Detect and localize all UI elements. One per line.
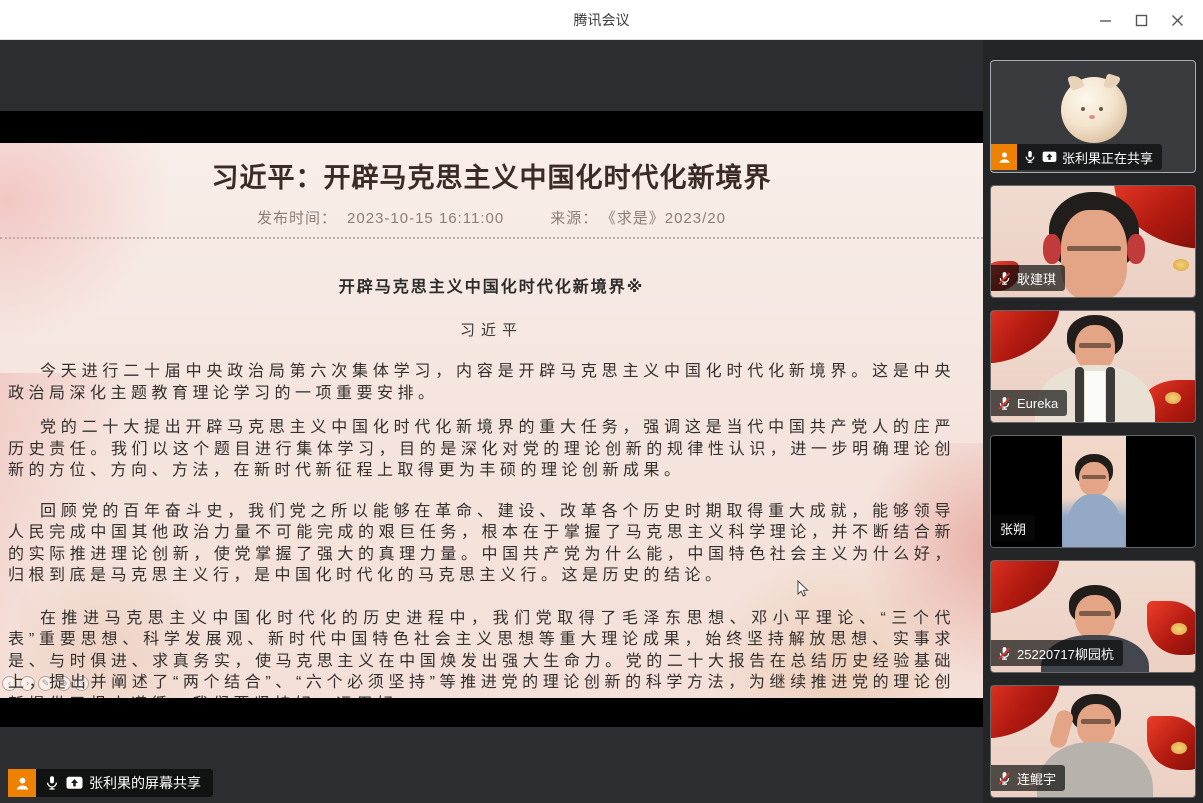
mic-muted-icon [997,771,1012,786]
participant-name: Eureka [1017,396,1058,411]
sharer-person-icon [8,769,36,797]
close-icon [1171,14,1184,27]
gold-emblem [1173,259,1189,271]
glasses [1067,246,1121,251]
participant-name: 张利果正在共享 [1062,148,1153,167]
participant-nameplate: Eureka [991,390,1067,416]
letterbox-top [0,111,983,143]
person-hoodie [1064,494,1124,547]
participant-name: 张朔 [1000,519,1026,538]
source-label: 来源： [550,210,598,227]
cat-nose [1089,115,1095,119]
gold-emblem [1171,742,1187,754]
glasses [1079,611,1111,616]
mic-muted-icon [997,646,1012,661]
cat-ear [1103,73,1121,91]
window-controls [1087,0,1195,40]
sharer-person-icon [991,144,1017,170]
window-title: 腾讯会议 [0,0,1203,40]
cat-ear [1067,73,1085,91]
shared-article-page: ‹ › ✎ ⊕ ◦ 习近平：开辟马克思主义中国化时代化新境界 发布时间：2023… [0,143,983,698]
person-face [1077,704,1115,746]
participant-name: 25220717柳园杭 [1017,644,1114,663]
article-paragraph: 回顾党的百年奋斗史，我们党之所以能够在革命、建设、改革各个历史时期取得重大成就，… [8,501,955,587]
person-face [1075,595,1115,639]
article-title: 习近平：开辟马克思主义中国化时代化新境界 [0,143,983,195]
letterbox-bottom [0,698,983,727]
cat-eye [1081,107,1085,111]
participant-tile-zhangshuo[interactable]: 张朔 [990,435,1196,548]
participants-sidebar: 张利果正在共享 [983,40,1203,803]
participant-tile-eureka[interactable]: Eureka [990,310,1196,423]
mic-on-icon [44,775,60,791]
headphone-left [1043,234,1061,264]
dotted-divider [0,237,983,239]
glasses [1082,475,1106,479]
participant-nameplate: 张利果正在共享 [991,144,1162,170]
participant-tile-gengjianqi[interactable]: 耿建琪 [990,185,1196,298]
publish-time-label: 发布时间： [257,210,337,227]
mouse-cursor [797,580,809,598]
mic-muted-icon [997,271,1012,286]
portrait-video-strip [1062,436,1126,547]
publish-time-value: 2023-10-15 16:11:00 [347,210,504,227]
red-flag-decoration [991,561,1067,615]
maximize-button[interactable] [1123,0,1159,40]
screen-share-icon [66,776,83,790]
participant-name: 耿建琪 [1017,269,1056,288]
participant-tile-liuyuanhang[interactable]: 25220717柳园杭 [990,560,1196,673]
participant-tile-liankunyu[interactable]: 连鲲宇 [990,685,1196,798]
shared-screen-stage: ‹ › ✎ ⊕ ◦ 习近平：开辟马克思主义中国化时代化新境界 发布时间：2023… [0,40,983,803]
participant-nameplate: 耿建琪 [991,265,1065,291]
article-author: 习近平 [0,319,983,340]
glasses [1079,343,1111,348]
person-shirt [1085,371,1105,422]
participant-nameplate: 25220717柳园杭 [991,640,1123,666]
headphone-right [1127,234,1145,264]
article-meta: 发布时间： 2023-10-15 16:11:00 来源： 《求是》2023/20 [0,207,983,228]
screen-share-icon [1042,151,1057,163]
gold-emblem [1171,623,1187,635]
article-paragraph: 党的二十大提出开辟马克思主义中国化时代化新境界的重大任务，强调这是当代中国共产党… [8,417,955,482]
cat-avatar [1061,77,1127,143]
gold-emblem [1165,392,1181,404]
raised-hand [1048,708,1075,749]
window-titlebar[interactable]: 腾讯会议 [0,0,1203,40]
article-heading: 开辟马克思主义中国化时代化新境界※ [0,273,983,297]
minimize-icon [1099,14,1112,27]
jacket-trim [1075,367,1084,422]
mic-muted-icon [997,396,1012,411]
participant-nameplate: 张朔 [991,515,1035,541]
article-paragraph: 今天进行二十届中央政治局第六次集体学习，内容是开辟马克思主义中国化时代化新境界。… [8,361,955,404]
mic-on-icon [1023,150,1037,164]
red-flag-decoration [1147,716,1195,770]
cat-eye [1099,107,1103,111]
tencent-meeting-window: 腾讯会议 ‹ › [0,0,1203,803]
participant-tile-zhangliguo[interactable]: 张利果正在共享 [990,60,1196,173]
person-face [1079,462,1109,496]
close-button[interactable] [1159,0,1195,40]
share-badge-label: 张利果的屏幕共享 [89,773,201,793]
red-flag-decoration [991,311,1067,365]
minimize-button[interactable] [1087,0,1123,40]
jacket-trim [1106,367,1115,422]
person-face [1061,210,1127,297]
screen-share-badge: 张利果的屏幕共享 [8,769,213,797]
article-paragraph: 在推进马克思主义中国化时代化的历史进程中，我们党取得了毛泽东思想、邓小平理论、“… [8,608,955,699]
maximize-icon [1135,14,1148,27]
participant-nameplate: 连鲲宇 [991,765,1065,791]
glasses [1081,719,1111,724]
participant-name: 连鲲宇 [1017,769,1056,788]
source-value: 《求是》2023/20 [608,210,726,227]
